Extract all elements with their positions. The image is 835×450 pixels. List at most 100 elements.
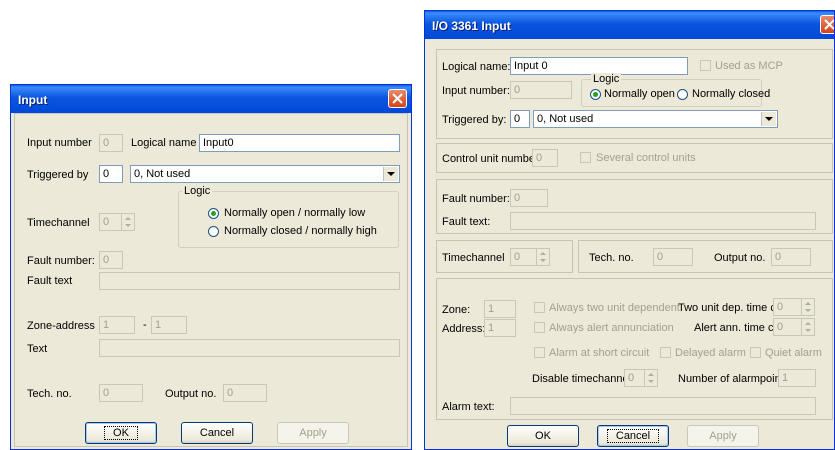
close-icon[interactable] — [388, 89, 407, 108]
quiet-alarm-checkbox — [750, 347, 761, 358]
ok-button[interactable]: OK — [507, 425, 579, 447]
logic-group-label: Logic — [591, 73, 622, 85]
apply-button-label: Apply — [709, 430, 737, 442]
timechannel-label: Timechannel — [442, 252, 505, 264]
ok-button-label: OK — [104, 426, 138, 440]
dialog-title: Input — [18, 93, 48, 107]
fault-text-field — [510, 212, 816, 230]
dialog-body: Input number 0 Logical name Input0 Trigg… — [14, 113, 408, 447]
alert-ann-time-field: 0 — [773, 318, 815, 336]
dialog-body: Logical name: Input 0 Used as MCP Input … — [428, 39, 833, 447]
logic-group-label: Logic — [182, 185, 213, 197]
tech-no-label: Tech. no. — [27, 388, 72, 400]
logic-option-normally-closed[interactable]: Normally closed / normally high — [224, 225, 377, 237]
always-two-unit-checkbox — [534, 302, 545, 313]
spin-updown-icon — [644, 370, 657, 386]
output-no-label: Output no. — [165, 388, 217, 400]
timechannel-field: 0 — [99, 213, 135, 231]
input-number-label: Input number: — [442, 85, 510, 97]
spin-updown-icon — [536, 249, 549, 265]
fault-number-field: 0 — [99, 251, 123, 269]
logic-option-normally-open[interactable]: Normally open / normally low — [224, 207, 365, 219]
disable-timechannel-label: Disable timechannel — [532, 373, 632, 385]
title-bar[interactable]: I/O 3361 Input — [425, 11, 834, 39]
dialog-title: I/O 3361 Input — [432, 19, 511, 33]
zone-address-label: Zone-address — [27, 320, 95, 332]
two-unit-time-field: 0 — [773, 298, 815, 316]
spin-updown-icon — [801, 319, 814, 335]
spin-updown-icon — [121, 214, 134, 230]
logic-option-normally-open[interactable]: Normally open — [604, 88, 675, 100]
alarm-text-label: Alarm text: — [442, 401, 495, 413]
text-field — [99, 339, 400, 357]
fault-number-label: Fault number: — [442, 193, 510, 205]
always-alert-label: Always alert annunciation — [549, 322, 674, 334]
address-field: 1 — [484, 319, 516, 337]
logic-radio-normally-open[interactable] — [208, 208, 219, 219]
triggered-by-select[interactable]: 0, Not used — [130, 165, 400, 183]
timechannel-field: 0 — [510, 248, 550, 266]
two-unit-time-value: 0 — [777, 301, 784, 313]
title-bar[interactable]: Input — [11, 85, 411, 113]
output-no-label: Output no. — [714, 252, 766, 264]
close-icon[interactable] — [820, 15, 834, 34]
tech-no-field: 0 — [99, 384, 143, 402]
control-unit-label: Control unit number — [442, 153, 539, 165]
num-alarmpoints-label: Number of alarmpoints — [678, 373, 790, 385]
alarm-text-field — [510, 397, 816, 415]
input-number-field: 0 — [99, 134, 123, 152]
apply-button: Apply — [687, 425, 759, 447]
alert-ann-time-label: Alert ann. time ch. — [694, 322, 783, 334]
fault-number-field: 0 — [510, 189, 548, 207]
cancel-button-label: Cancel — [199, 427, 235, 439]
tech-no-label: Tech. no. — [589, 252, 634, 264]
logic-group — [178, 191, 399, 248]
logic-option-normally-closed[interactable]: Normally closed — [692, 88, 770, 100]
chevron-down-icon[interactable] — [383, 167, 398, 181]
alarm-short-circuit-label: Alarm at short circuit — [549, 347, 650, 359]
disable-timechannel-field: 0 — [624, 369, 658, 387]
ok-button[interactable]: OK — [85, 422, 157, 444]
triggered-by-input[interactable]: 0 — [510, 110, 530, 128]
spin-updown-icon — [801, 299, 814, 315]
delayed-alarm-checkbox — [660, 347, 671, 358]
num-alarmpoints-field: 1 — [778, 369, 816, 387]
triggered-by-select[interactable]: 0, Not used — [533, 110, 778, 128]
used-as-mcp-label: Used as MCP — [715, 60, 783, 72]
cancel-button[interactable]: Cancel — [597, 425, 669, 447]
logical-name-label: Logical name: — [442, 61, 511, 73]
logic-radio-normally-closed[interactable] — [677, 89, 688, 100]
quiet-alarm-label: Quiet alarm — [765, 347, 822, 359]
zone-label: Zone: — [442, 304, 471, 316]
triggered-by-input[interactable]: 0 — [99, 165, 123, 183]
fault-text-field — [99, 272, 400, 290]
disable-timechannel-value: 0 — [628, 372, 635, 384]
cancel-button-label: Cancel — [606, 429, 660, 443]
alarm-short-circuit-checkbox — [534, 347, 545, 358]
logical-name-label: Logical name — [131, 137, 197, 149]
zone-field: 1 — [484, 300, 516, 318]
logic-radio-normally-closed[interactable] — [208, 226, 219, 237]
logical-name-input[interactable]: Input0 — [199, 134, 400, 152]
ok-button-label: OK — [535, 430, 551, 442]
output-no-field: 0 — [223, 384, 267, 402]
always-alert-checkbox — [534, 322, 545, 333]
chevron-down-icon[interactable] — [761, 112, 776, 126]
input-number-label: Input number — [27, 137, 92, 149]
fault-number-label: Fault number: — [27, 255, 95, 267]
delayed-alarm-label: Delayed alarm — [675, 347, 746, 359]
triggered-by-label: Triggered by: — [442, 114, 507, 126]
zone-address-separator: - — [143, 319, 147, 331]
apply-button-label: Apply — [299, 427, 327, 439]
control-unit-field: 0 — [532, 149, 558, 167]
zone-field: 1 — [99, 316, 135, 334]
fault-text-label: Fault text — [27, 275, 73, 287]
two-unit-time-label: Two unit dep. time ch. — [678, 302, 785, 314]
triggered-by-label: Triggered by — [27, 169, 89, 181]
cancel-button[interactable]: Cancel — [181, 422, 253, 444]
output-no-field: 0 — [771, 248, 811, 266]
alert-ann-time-value: 0 — [777, 321, 784, 333]
address-field: 1 — [151, 316, 187, 334]
input-number-field: 0 — [510, 81, 572, 99]
logic-radio-normally-open[interactable] — [590, 89, 601, 100]
